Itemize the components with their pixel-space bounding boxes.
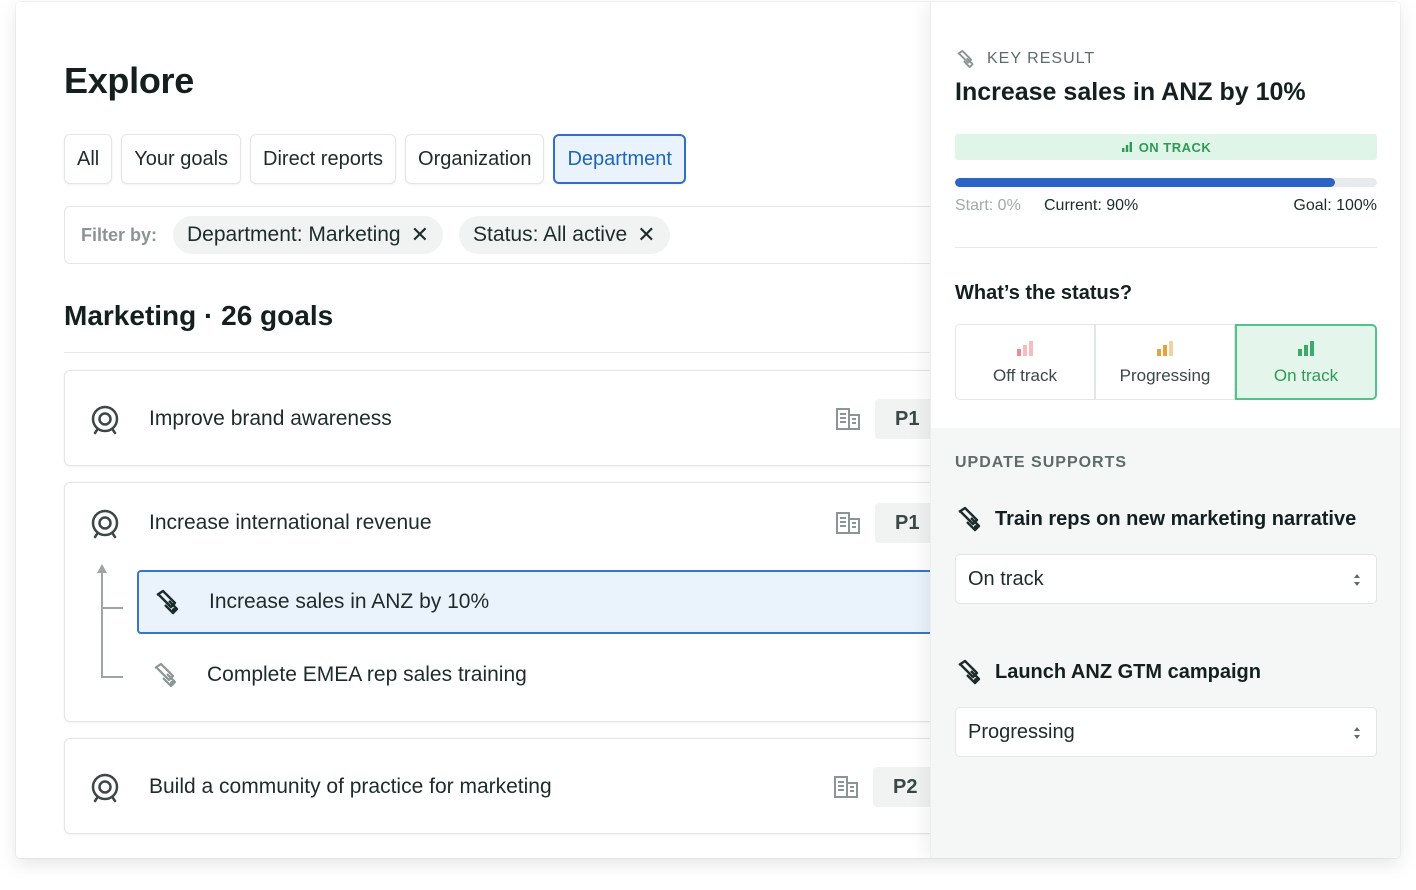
select-caret-icon — [1354, 727, 1360, 739]
status-badge-label: ON TRACK — [1138, 139, 1212, 155]
goal-row[interactable]: Build a community of practice for market… — [65, 757, 963, 817]
status-option-on-track[interactable]: On track — [1235, 324, 1377, 400]
progress-fill — [955, 178, 1335, 187]
filter-label: Filter by: — [81, 224, 158, 245]
target-icon — [91, 773, 119, 803]
goal-title: Increase international revenue — [149, 511, 432, 534]
close-icon[interactable]: ✕ — [637, 224, 655, 246]
key-result-icon — [154, 662, 177, 688]
select-value: On track — [968, 567, 1044, 590]
close-icon[interactable]: ✕ — [411, 224, 429, 246]
support-status-select[interactable]: Progressing — [955, 707, 1377, 757]
arrow-up-icon — [97, 564, 107, 573]
target-icon — [91, 405, 119, 435]
page-title: Explore — [64, 60, 194, 101]
update-supports-section — [931, 428, 1400, 858]
filter-tabs: All Your goals Direct reports Organizati… — [64, 134, 686, 184]
progress-labels: Start: 0% Current: 90% Goal: 100% — [955, 197, 1377, 219]
support-title: Launch ANZ GTM campaign — [955, 657, 1261, 687]
building-icon — [836, 512, 860, 534]
goal-card[interactable]: Improve brand awareness P1 — [64, 370, 964, 466]
support-status-select[interactable]: On track — [955, 554, 1377, 604]
chip-label: Status: All active — [473, 223, 628, 246]
tree-connector — [101, 573, 103, 677]
key-result-row[interactable]: Complete EMEA rep sales training — [137, 643, 977, 707]
tab-your-goals[interactable]: Your goals — [121, 134, 242, 184]
filter-chip-department[interactable]: Department: Marketing ✕ — [173, 216, 444, 254]
goal-row[interactable]: Increase international revenue P1 — [65, 493, 963, 553]
progress-goal: Goal: 100% — [1293, 197, 1377, 214]
section-title: UPDATE SUPPORTS — [955, 454, 1128, 471]
status-option-label: On track — [1273, 366, 1339, 385]
bar-chart-icon — [1017, 341, 1033, 356]
target-icon — [91, 509, 119, 539]
key-result-icon — [957, 49, 974, 69]
support-title: Train reps on new marketing narrative — [955, 504, 1356, 534]
explore-pane: Explore All Your goals Direct reports Or… — [16, 2, 1016, 858]
tree-connector — [101, 676, 123, 678]
building-icon — [836, 408, 860, 430]
tab-organization[interactable]: Organization — [405, 134, 545, 184]
bar-chart-icon — [1157, 341, 1173, 356]
goal-title: Improve brand awareness — [149, 407, 392, 430]
select-caret-icon — [1354, 574, 1360, 586]
group-title: Marketing · 26 goals — [64, 300, 334, 331]
tab-all[interactable]: All — [64, 134, 113, 184]
status-option-progressing[interactable]: Progressing — [1095, 324, 1235, 400]
panel-kicker: KEY RESULT — [955, 48, 1095, 70]
status-option-off-track[interactable]: Off track — [955, 324, 1095, 400]
panel-header: KEY RESULT Increase sales in ANZ by 10% … — [931, 2, 1400, 428]
select-value: Progressing — [968, 720, 1075, 743]
divider — [64, 352, 964, 353]
goal-card[interactable]: Build a community of practice for market… — [64, 738, 964, 834]
goal-card[interactable]: Increase international revenue P1 Increa… — [64, 482, 977, 722]
progress-bar — [955, 178, 1377, 187]
key-result-title: Complete EMEA rep sales training — [207, 663, 527, 686]
tab-department[interactable]: Department — [553, 134, 686, 184]
kicker-label: KEY RESULT — [987, 50, 1096, 67]
goal-row[interactable]: Improve brand awareness P1 — [65, 389, 963, 449]
support-name: Launch ANZ GTM campaign — [995, 660, 1261, 683]
building-icon — [834, 776, 858, 798]
tree-connector — [101, 607, 123, 609]
bar-chart-icon — [1121, 142, 1132, 152]
status-badge: ON TRACK — [955, 134, 1377, 160]
progress-start: Start: 0% — [955, 197, 1021, 214]
key-result-title: Increase sales in ANZ by 10% — [209, 590, 490, 613]
key-result-panel: KEY RESULT Increase sales in ANZ by 10% … — [930, 2, 1400, 858]
status-option-label: Off track — [993, 366, 1057, 385]
filter-bar: Filter by: Department: Marketing ✕ Statu… — [64, 206, 964, 264]
status-question: What’s the status? — [955, 282, 1133, 304]
app-window: Explore All Your goals Direct reports Or… — [16, 2, 1400, 858]
chip-label: Department: Marketing — [187, 223, 401, 246]
status-option-label: Progressing — [1119, 366, 1211, 385]
key-result-row-selected[interactable]: Increase sales in ANZ by 10% — [137, 570, 977, 634]
divider — [955, 247, 1377, 248]
progress-current: Current: 90% — [1044, 197, 1139, 214]
tab-direct-reports[interactable]: Direct reports — [250, 134, 397, 184]
support-name: Train reps on new marketing narrative — [995, 507, 1357, 530]
key-result-icon — [958, 659, 981, 685]
panel-title: Increase sales in ANZ by 10% — [955, 78, 1306, 106]
bar-chart-icon — [1298, 341, 1314, 356]
key-result-icon — [958, 506, 981, 532]
status-selector: Off track Progressing On track — [955, 324, 1377, 400]
filter-chip-status[interactable]: Status: All active ✕ — [459, 216, 670, 254]
goal-title: Build a community of practice for market… — [149, 775, 552, 798]
key-result-icon — [156, 589, 179, 615]
